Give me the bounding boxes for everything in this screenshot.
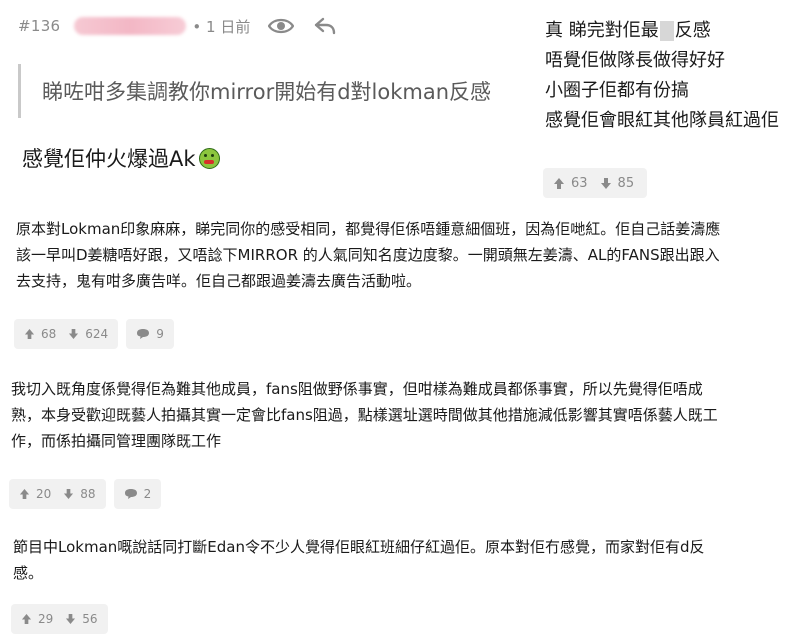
side-line-1: 真 睇完對佢最 反感 (545, 16, 779, 46)
eye-icon[interactable] (268, 16, 295, 36)
comment-line: 熟，本身受歡迎既藝人拍攝其實一定會比fans阻過，點樣選址選時間做其他措施減低影… (11, 406, 718, 424)
side-line-4: 感覺佢會眼紅其他隊員紅過佢 (545, 110, 779, 131)
vote-pill: 20 88 (9, 479, 106, 509)
downvote-icon[interactable] (63, 488, 74, 500)
upvote-count: 63 (571, 175, 588, 191)
reply-count-pill[interactable]: 2 (113, 479, 162, 509)
quote-text: 睇咗咁多集調教你mirror開始有d對lokman反感 (42, 80, 492, 104)
post-body: 感覺佢仲火爆過Ak (22, 143, 220, 173)
downvote-count: 624 (85, 327, 109, 341)
downvote-count: 56 (82, 612, 98, 626)
reply-icon[interactable] (312, 16, 338, 36)
comment-line: 感。 (13, 564, 44, 582)
upvote-icon[interactable] (21, 613, 32, 625)
username-blurred[interactable] (74, 17, 187, 35)
upvote-count: 68 (41, 327, 57, 341)
censored-char (659, 21, 674, 41)
downvote-count: 88 (80, 487, 96, 501)
upvote-count: 29 (38, 612, 54, 626)
post-number: #136 (18, 17, 61, 35)
comment-line: 節目中Lokman嘅說話同打斷Edan令不少人覺得佢眼紅班細仔紅過佢。原本對佢冇… (13, 538, 705, 556)
sick-emoji-icon (198, 147, 220, 169)
downvote-icon[interactable] (600, 177, 612, 190)
side-vote-pill: 63 85 (543, 168, 647, 198)
comment-line: 該一早叫D姜糖唔好跟，又唔諗下MIRROR 的人氣同知名度边度黎。一開頭無左姜濤… (16, 246, 720, 264)
downvote-count: 85 (617, 175, 635, 191)
vote-pill: 29 56 (11, 604, 108, 634)
comment-3: 節目中Lokman嘅說話同打斷Edan令不少人覺得佢眼紅班細仔紅過佢。原本對佢冇… (13, 534, 705, 586)
side-line-1-end: 反感 (674, 20, 711, 41)
side-line-2: 唔覺佢做隊長做得好好 (545, 50, 725, 71)
downvote-icon[interactable] (65, 613, 76, 625)
upvote-icon[interactable] (24, 328, 35, 340)
downvote-icon[interactable] (68, 328, 79, 340)
post-body-text: 感覺佢仲火爆過Ak (22, 147, 196, 171)
post-header: #136 • 1 日前 (18, 13, 338, 39)
upvote-icon[interactable] (19, 488, 30, 500)
upvote-icon[interactable] (553, 177, 565, 190)
side-card: 真 睇完對佢最 反感 唔覺佢做隊長做得好好 小圈子佢都有份搞 感覺佢會眼紅其他隊… (545, 16, 779, 136)
reply-count-pill[interactable]: 9 (126, 319, 174, 349)
reply-count: 2 (143, 487, 152, 501)
comment-2: 我切入既角度係覺得佢為難其他成員，fans阻做野係事實，但咁樣為難成員都係事實，… (11, 376, 718, 454)
post-time: • 1 日前 (192, 17, 251, 36)
comment-3-actions: 29 56 (11, 604, 108, 634)
chat-bubble-icon (136, 328, 150, 340)
comment-line: 去支持，鬼有咁多廣告咩。佢自己都跟過姜濤去廣告活動啦。 (16, 272, 422, 290)
comment-line: 作，而係拍攝同管理團隊既工作 (11, 432, 222, 450)
comment-line: 我切入既角度係覺得佢為難其他成員，fans阻做野係事實，但咁樣為難成員都係事實，… (11, 380, 703, 398)
comment-1: 原本對Lokman印象麻麻，睇完同你的感受相同，都覺得佢係唔鍾意細個班，因為佢哋… (16, 216, 720, 294)
vote-pill: 68 624 (14, 319, 119, 349)
side-line-3: 小圈子佢都有份搞 (545, 80, 689, 101)
chat-bubble-icon (124, 488, 138, 500)
comment-1-actions: 68 624 9 (14, 319, 174, 349)
comment-line: 原本對Lokman印象麻麻，睇完同你的感受相同，都覺得佢係唔鍾意細個班，因為佢哋… (16, 220, 721, 238)
reply-count: 9 (156, 327, 164, 341)
side-line-1-start: 真 睇完對佢最 (545, 20, 659, 41)
upvote-count: 20 (36, 487, 52, 501)
comment-2-actions: 20 88 2 (9, 479, 162, 509)
